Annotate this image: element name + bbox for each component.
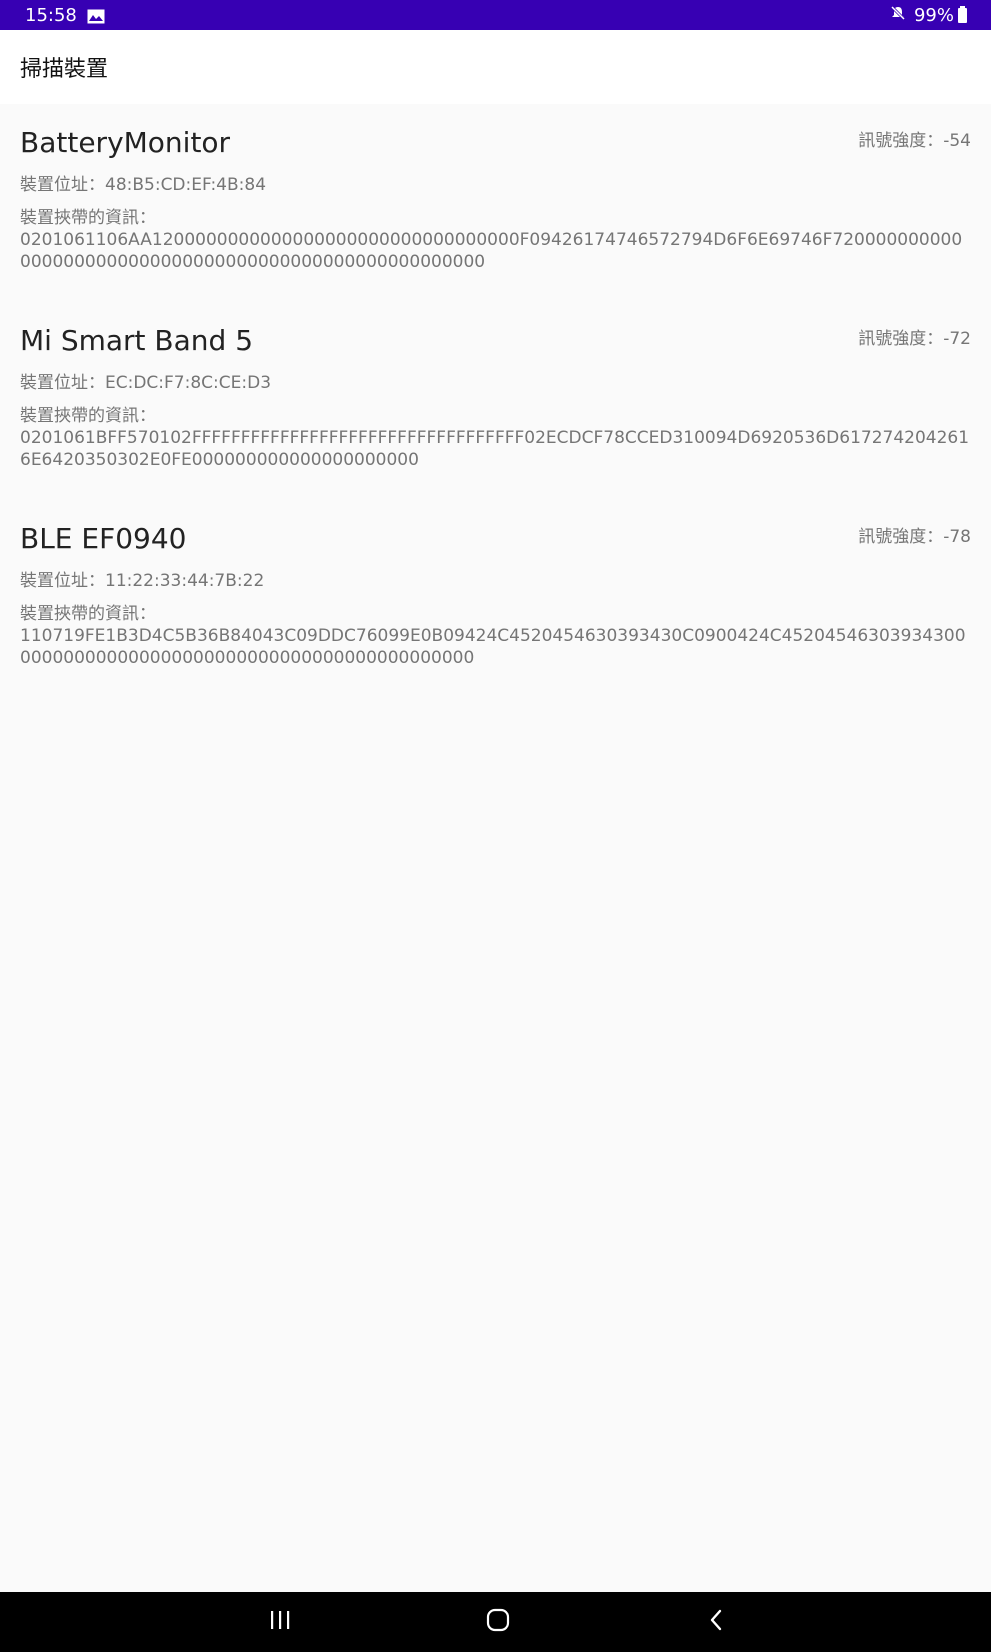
device-address: 裝置位址：48:B5:CD:EF:4B:84 (20, 175, 267, 195)
device-name: BLE EF0940 (20, 522, 187, 555)
battery-percent: 99% (913, 4, 954, 26)
back-icon (708, 1608, 724, 1636)
status-bar-right: 99% (890, 5, 967, 26)
adv-data-label: 裝置挾帶的資訊： (20, 406, 156, 426)
home-icon (486, 1608, 510, 1636)
home-button[interactable] (458, 1592, 538, 1652)
navigation-bar (0, 1592, 991, 1652)
recent-apps-button[interactable] (240, 1592, 320, 1652)
device-item[interactable]: BatteryMonitor 訊號強度：-54 裝置位址：48:B5:CD:EF… (0, 104, 991, 302)
device-list: BatteryMonitor 訊號強度：-54 裝置位址：48:B5:CD:EF… (0, 104, 991, 698)
status-bar-left: 15:58 (25, 5, 105, 26)
device-rssi: 訊號強度：-72 (858, 329, 971, 349)
back-button[interactable] (676, 1592, 756, 1652)
adv-data: 110719FE1B3D4C5B36B84043C09DDC76099E0B09… (20, 626, 966, 668)
recent-apps-icon (269, 1610, 291, 1634)
device-item[interactable]: Mi Smart Band 5 訊號強度：-72 裝置位址：EC:DC:F7:8… (0, 302, 991, 500)
battery-icon (958, 5, 967, 23)
mute-icon (890, 5, 906, 26)
device-rssi: 訊號強度：-54 (858, 131, 971, 151)
gallery-icon (87, 8, 105, 23)
device-name: BatteryMonitor (20, 126, 231, 159)
device-address: 裝置位址：EC:DC:F7:8C:CE:D3 (20, 373, 272, 393)
device-item[interactable]: BLE EF0940 訊號強度：-78 裝置位址：11:22:33:44:7B:… (0, 500, 991, 698)
device-name: Mi Smart Band 5 (20, 324, 254, 357)
device-address: 裝置位址：11:22:33:44:7B:22 (20, 571, 265, 591)
page-title: 掃描裝置 (20, 57, 109, 82)
adv-data-label: 裝置挾帶的資訊： (20, 208, 156, 228)
status-time: 15:58 (25, 4, 77, 26)
adv-data-label: 裝置挾帶的資訊： (20, 604, 156, 624)
adv-data: 0201061106AA1200000000000000000000000000… (20, 230, 963, 272)
status-bar: 15:58 99% (0, 0, 991, 30)
adv-data: 0201061BFF570102FFFFFFFFFFFFFFFFFFFFFFFF… (20, 428, 970, 470)
device-rssi: 訊號強度：-78 (858, 527, 971, 547)
app-bar: 掃描裝置 (0, 30, 991, 104)
